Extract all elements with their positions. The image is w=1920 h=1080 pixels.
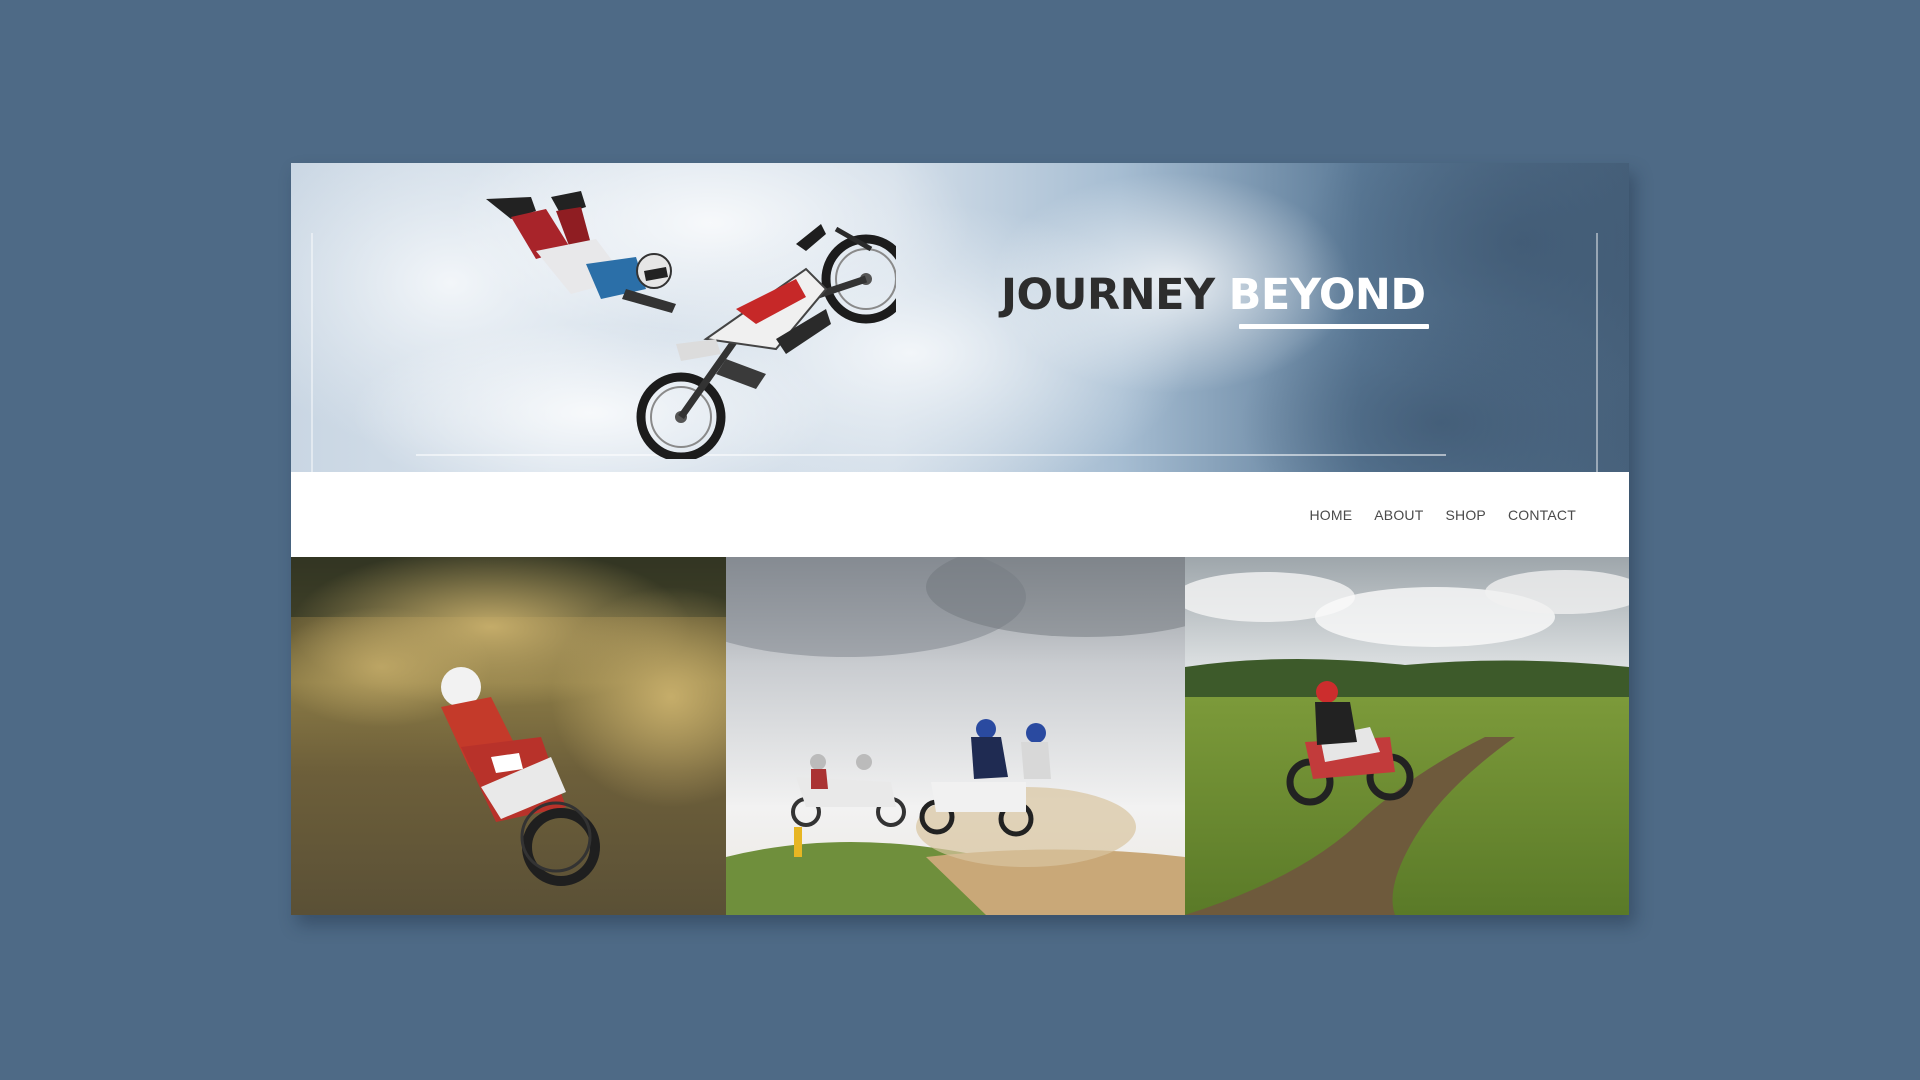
hero-title-word-beyond: BEYOND — [1228, 270, 1427, 320]
nav-item-home[interactable]: HOME — [1309, 507, 1352, 523]
hero-frame-left — [311, 233, 313, 472]
nav-menu: HOME ABOUT SHOP CONTACT — [1309, 472, 1576, 557]
gallery-photo-sidecar-race[interactable] — [726, 557, 1185, 915]
photo-gallery — [291, 557, 1629, 915]
hero-frame-right — [1596, 233, 1598, 472]
sidecar-race-image — [726, 557, 1185, 915]
hero-banner: JOURNEY BEYOND — [291, 163, 1629, 472]
rider-figure — [486, 191, 676, 313]
gallery-photo-dust-rider[interactable] — [291, 557, 726, 915]
hero-title-word-journey: JOURNEY — [1001, 270, 1215, 320]
gallery-photo-field-trail[interactable] — [1185, 557, 1629, 915]
hero-title-underline — [1239, 324, 1429, 329]
hero-title: JOURNEY BEYOND — [1001, 265, 1426, 325]
nav-item-about[interactable]: ABOUT — [1374, 507, 1423, 523]
motocross-dust-image — [291, 557, 726, 915]
website-preview: JOURNEY BEYOND HOME ABOUT SHOP CONTACT — [291, 163, 1629, 915]
dirt-bike — [636, 224, 896, 459]
field-trail-image — [1185, 557, 1629, 915]
navigation-bar: HOME ABOUT SHOP CONTACT — [291, 472, 1629, 557]
nav-item-contact[interactable]: CONTACT — [1508, 507, 1576, 523]
motocross-jump-illustration — [486, 191, 896, 459]
nav-item-shop[interactable]: SHOP — [1445, 507, 1485, 523]
